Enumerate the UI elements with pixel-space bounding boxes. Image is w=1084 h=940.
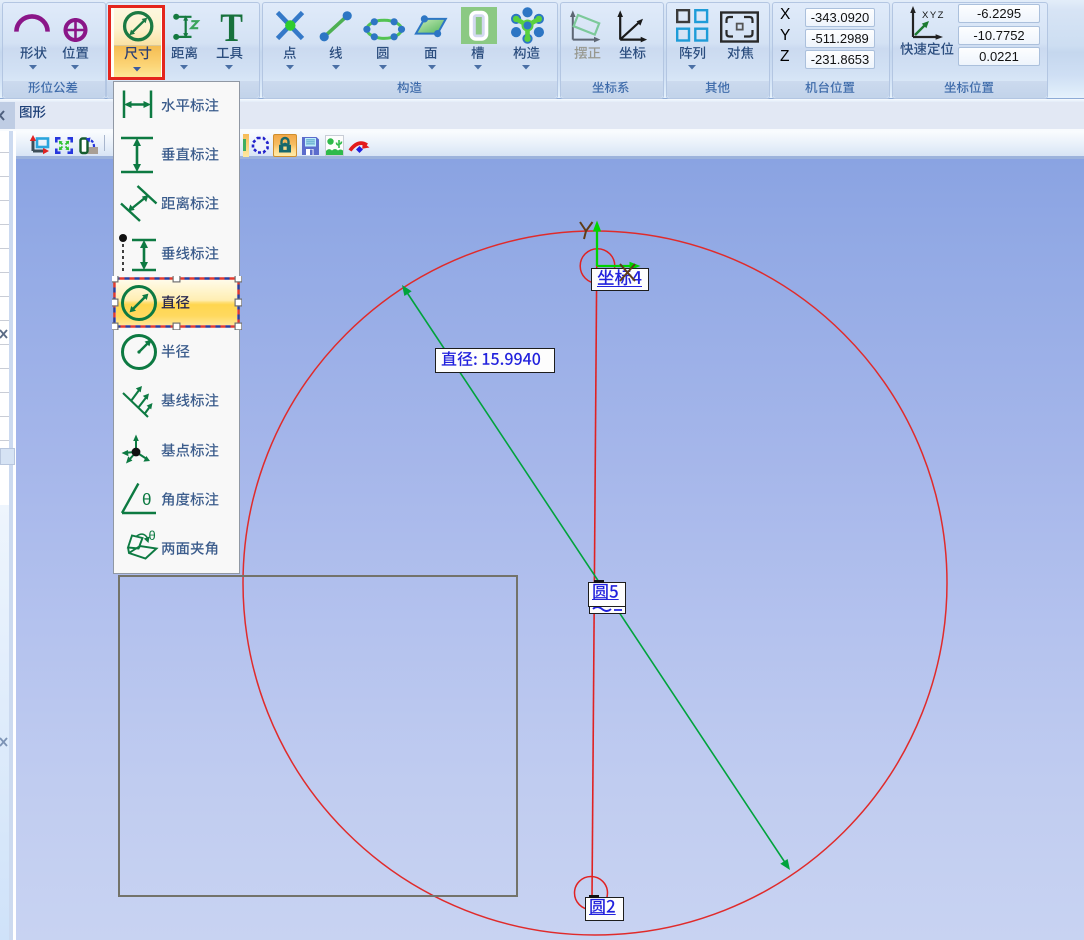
svg-text:θ: θ bbox=[149, 528, 156, 543]
svg-text:θ: θ bbox=[142, 490, 151, 509]
